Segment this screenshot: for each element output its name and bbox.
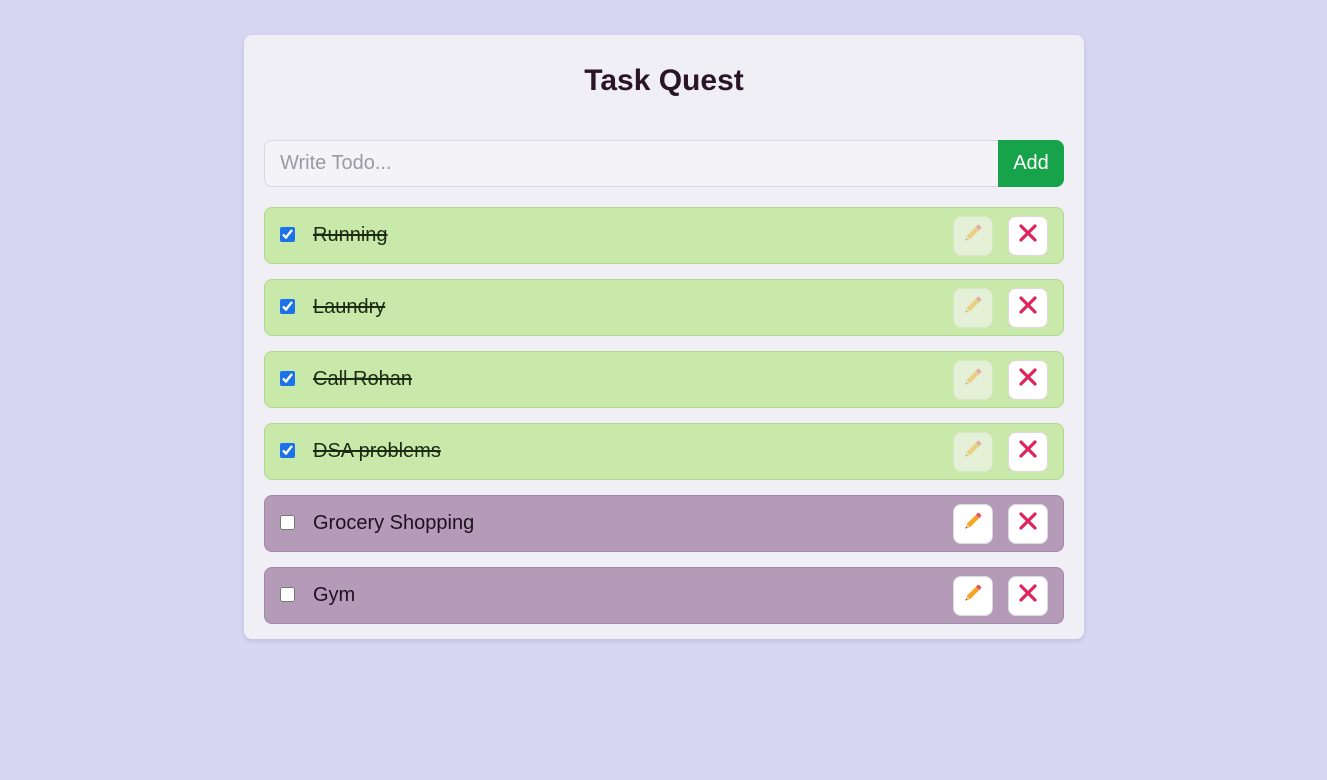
todo-checkbox[interactable] [280, 587, 295, 602]
todo-checkbox[interactable] [280, 515, 295, 530]
edit-button[interactable] [953, 287, 993, 328]
todo-checkbox[interactable] [280, 371, 295, 386]
todo-item: Laundry [264, 279, 1064, 336]
delete-button[interactable] [1008, 431, 1048, 472]
todo-item: Gym [264, 567, 1064, 624]
todo-text: Gym [313, 584, 356, 606]
edit-button[interactable] [953, 359, 993, 400]
todo-checkbox[interactable] [280, 227, 295, 242]
pencil-icon [963, 511, 983, 536]
todo-text: Laundry [313, 296, 386, 318]
pencil-icon [963, 223, 983, 248]
todo-checkbox[interactable] [280, 299, 295, 314]
delete-button[interactable] [1008, 287, 1048, 328]
todo-card: Task Quest Add Running [244, 35, 1084, 639]
pencil-icon [963, 295, 983, 320]
add-todo-form: Add [264, 140, 1064, 187]
close-icon [1018, 367, 1038, 392]
todo-text: DSA problems [313, 440, 441, 462]
todo-checkbox[interactable] [280, 443, 295, 458]
todo-text: Grocery Shopping [313, 512, 475, 534]
todo-item: DSA problems [264, 423, 1064, 480]
close-icon [1018, 295, 1038, 320]
pencil-icon [963, 367, 983, 392]
close-icon [1018, 439, 1038, 464]
todo-item: Running [264, 207, 1064, 264]
pencil-icon [963, 583, 983, 608]
todo-item: Call Rohan [264, 351, 1064, 408]
delete-button[interactable] [1008, 575, 1048, 616]
edit-button[interactable] [953, 215, 993, 256]
close-icon [1018, 583, 1038, 608]
todo-item: Grocery Shopping [264, 495, 1064, 552]
delete-button[interactable] [1008, 215, 1048, 256]
edit-button[interactable] [953, 575, 993, 616]
todo-input[interactable] [264, 140, 998, 187]
close-icon [1018, 511, 1038, 536]
page-title: Task Quest [584, 64, 744, 97]
todo-text: Running [313, 224, 388, 246]
close-icon [1018, 223, 1038, 248]
delete-button[interactable] [1008, 359, 1048, 400]
add-button[interactable]: Add [998, 140, 1064, 187]
edit-button[interactable] [953, 431, 993, 472]
pencil-icon [963, 439, 983, 464]
todo-list: Running Laundry Call Rohan DSA problems … [264, 207, 1064, 624]
todo-text: Call Rohan [313, 368, 412, 390]
edit-button[interactable] [953, 503, 993, 544]
delete-button[interactable] [1008, 503, 1048, 544]
